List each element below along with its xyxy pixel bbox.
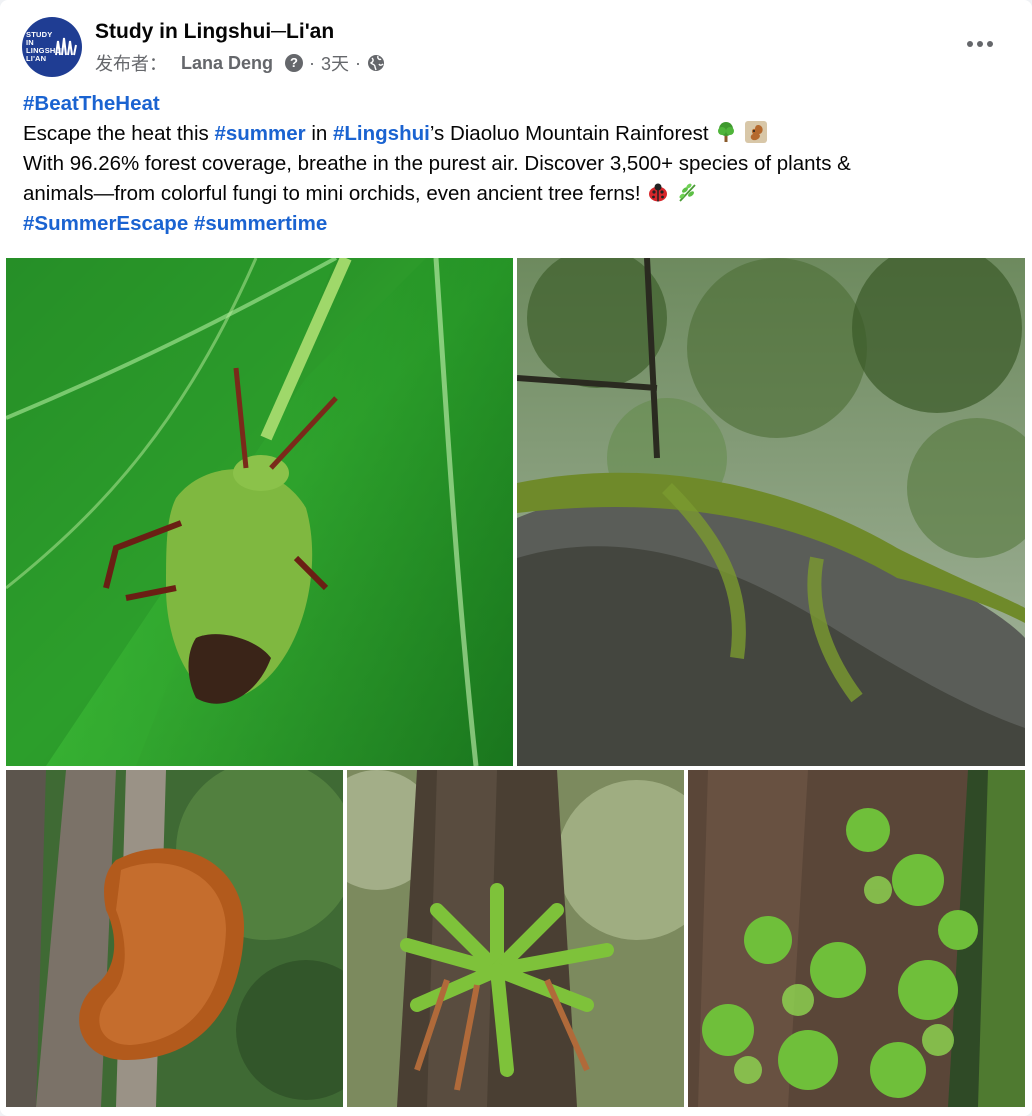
help-icon[interactable]: ? — [285, 54, 304, 72]
hashtag-link[interactable]: #BeatTheHeat — [23, 92, 160, 115]
page-avatar[interactable]: STUDY IN LINGSHUI LI'AN — [22, 17, 82, 77]
photo-image — [517, 258, 1025, 766]
green-shield-bug-photo[interactable] — [6, 258, 513, 766]
tree-emoji-icon — [718, 122, 735, 142]
hashtag-link[interactable]: #Lingshui — [333, 122, 430, 145]
post-line-5: #SummerEscape #summertime — [23, 209, 1013, 239]
post-text: #BeatTheHeat Escape the heat this #summe… — [23, 89, 1013, 239]
meta-separator: · — [309, 52, 316, 73]
post-meta: 发布者： Lana Deng ? · 3天 · — [95, 52, 385, 74]
moss-covered-trunk-photo[interactable] — [688, 770, 1025, 1107]
page-name-link[interactable]: Study in Lingshui─Li'an — [95, 20, 334, 44]
post-line-1: #BeatTheHeat — [23, 89, 1013, 119]
hashtag-link[interactable]: #summertime — [194, 212, 327, 235]
orange-bracket-fungus-photo[interactable] — [6, 770, 343, 1107]
squirrel-emoji-icon — [745, 121, 768, 143]
photo-image — [6, 258, 513, 766]
post-card: STUDY IN LINGSHUI LI'AN Study in Lingshu… — [0, 0, 1032, 1116]
publisher-label: 发布者： — [95, 54, 167, 74]
more-dot — [987, 41, 993, 47]
more-options-button[interactable] — [962, 30, 998, 58]
post-text-segment: Escape the heat this — [23, 122, 215, 145]
post-header: STUDY IN LINGSHUI LI'AN Study in Lingshu… — [22, 16, 1012, 78]
post-line-3: With 96.26% forest coverage, breathe in … — [23, 152, 851, 175]
post-text-segment: in — [305, 122, 333, 145]
post-line-2: Escape the heat this #summer in #Lingshu… — [23, 119, 1013, 149]
more-dot — [977, 41, 983, 47]
avatar-logo-wave-icon — [55, 37, 77, 56]
hashtag-link[interactable]: #SummerEscape — [23, 212, 188, 235]
orchid-on-tree-photo[interactable] — [347, 770, 684, 1107]
post-text-segment: ’s Diaoluo Mountain Rainforest — [429, 122, 709, 145]
post-time-link[interactable]: 3天 — [321, 50, 349, 76]
mossy-branch-canopy-photo[interactable] — [517, 258, 1025, 766]
globe-icon[interactable] — [367, 54, 385, 72]
post-text-segment: animals—from colorful fungi to mini orch… — [23, 182, 641, 205]
author-link[interactable]: Lana Deng — [181, 53, 273, 74]
hashtag-link[interactable]: #summer — [214, 122, 305, 145]
more-dot — [967, 41, 973, 47]
photo-image — [347, 770, 684, 1107]
photo-image — [6, 770, 343, 1107]
meta-separator: · — [355, 52, 362, 73]
ladybug-emoji-icon — [649, 183, 668, 202]
herb-emoji-icon — [679, 183, 696, 202]
photo-image — [688, 770, 1025, 1107]
post-line-4: animals—from colorful fungi to mini orch… — [23, 179, 1013, 209]
